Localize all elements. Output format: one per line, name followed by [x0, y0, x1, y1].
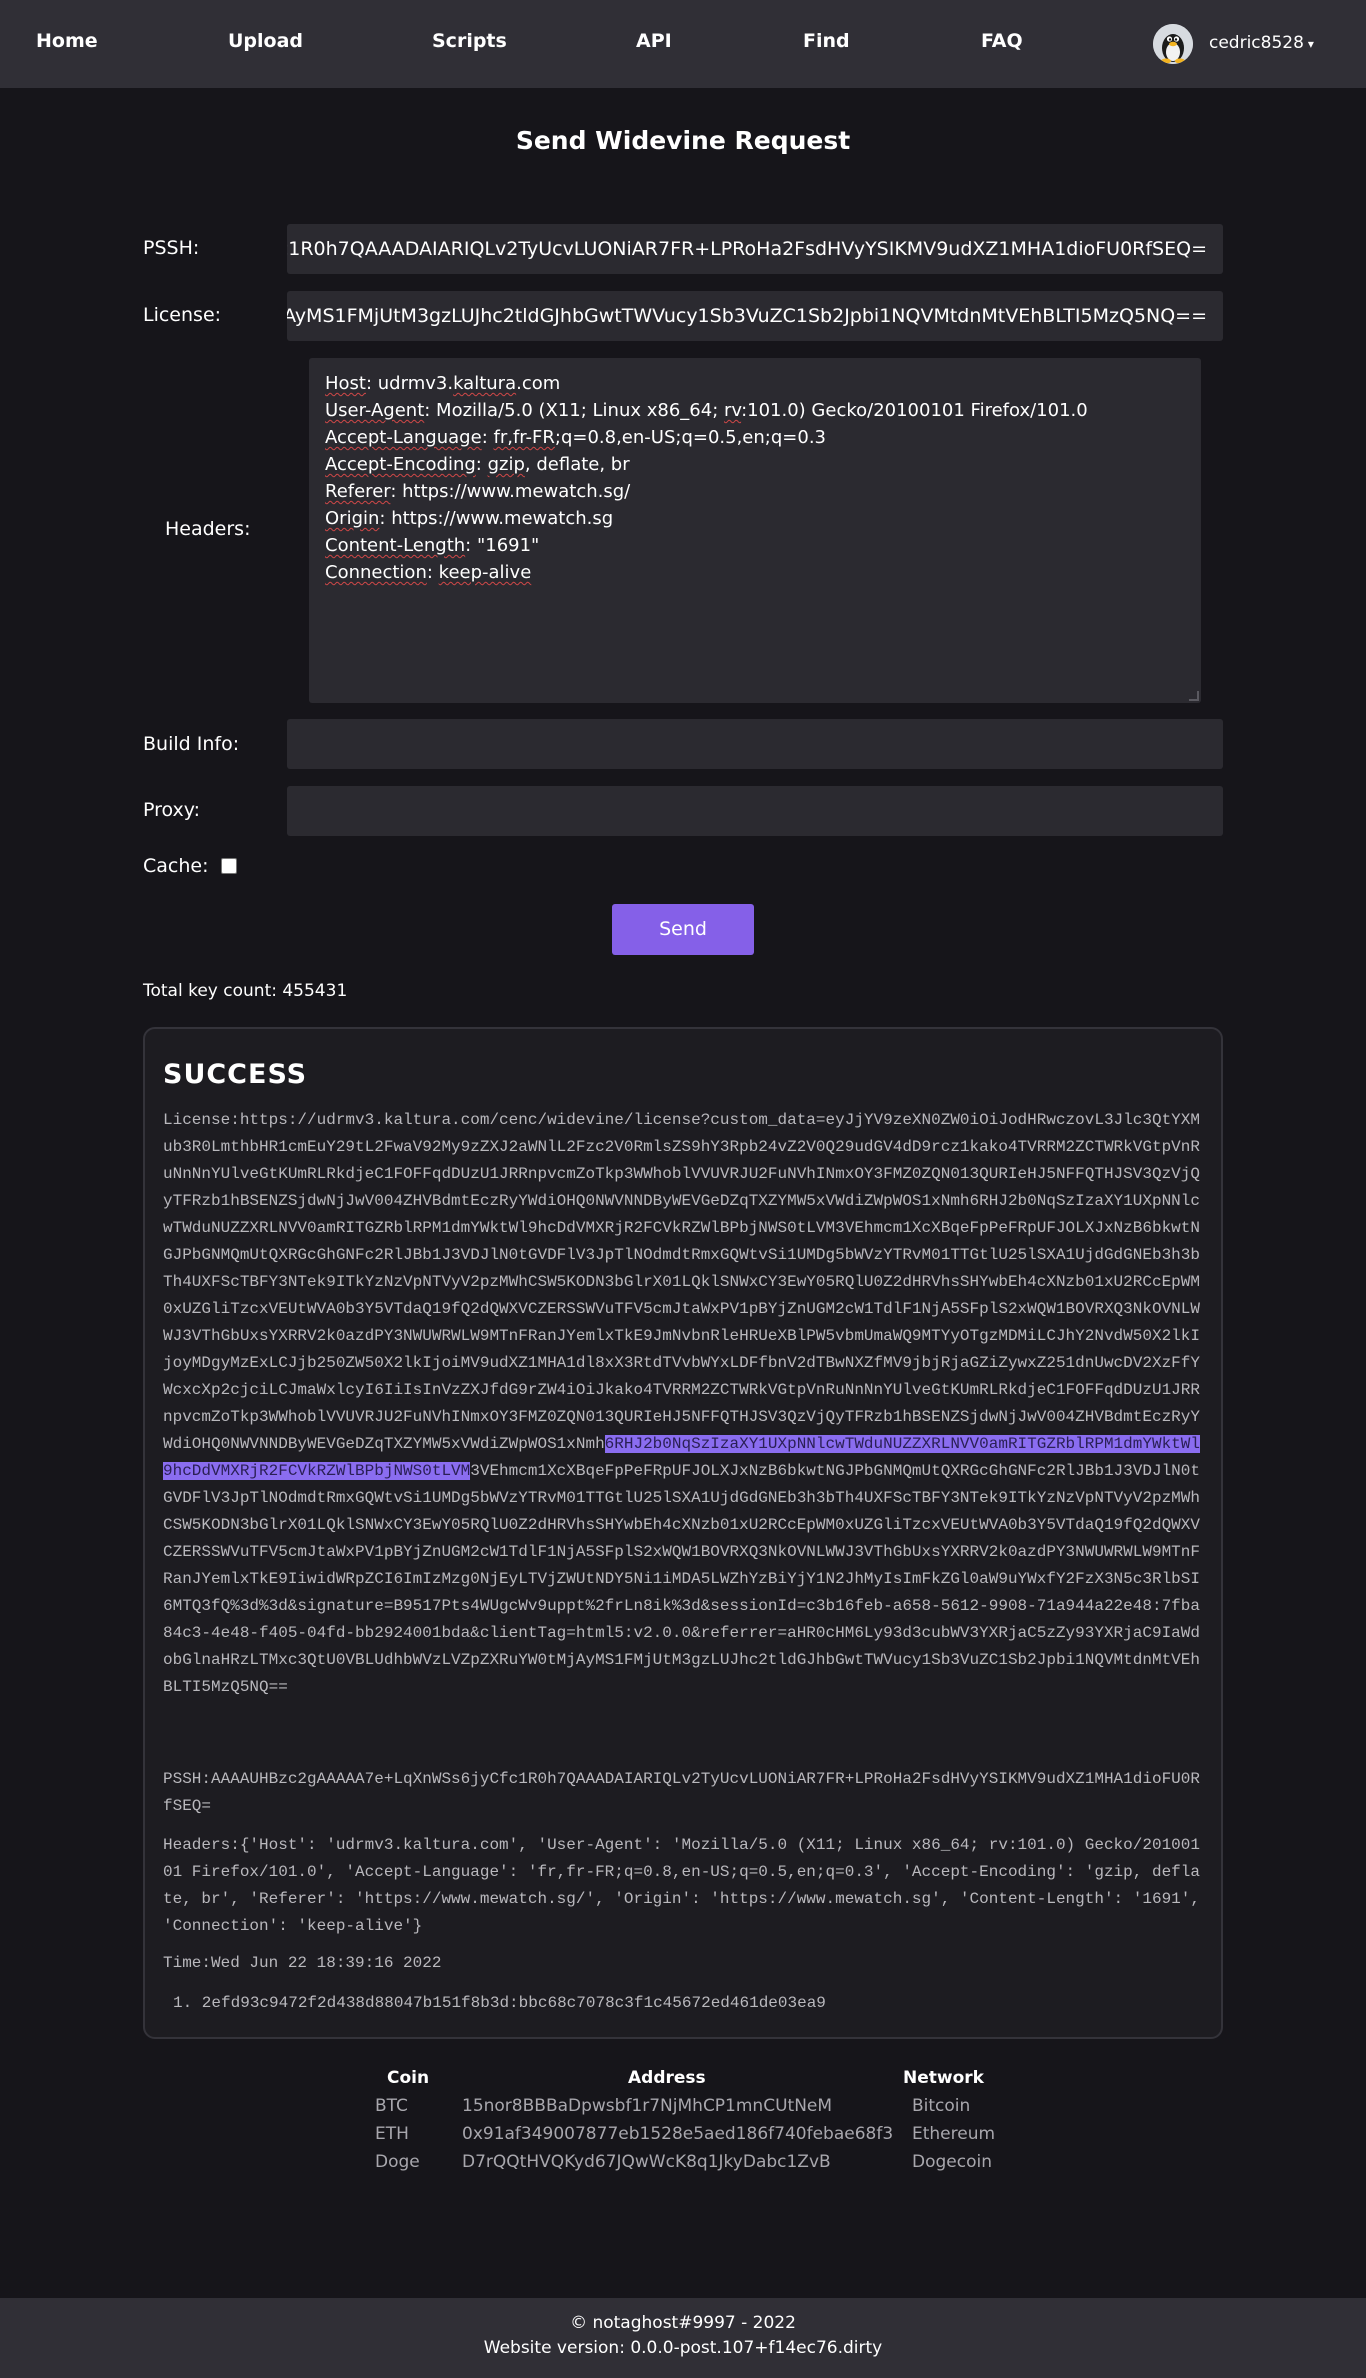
cache-label: Cache: — [143, 855, 209, 877]
proxy-label: Proxy: — [143, 799, 201, 821]
headers-textarea[interactable]: Host: udrmv3.kaltura.com User-Agent: Mozi… — [309, 358, 1201, 703]
tux-avatar-icon — [1153, 24, 1193, 64]
nav-api[interactable]: API — [636, 30, 672, 52]
send-button[interactable]: Send — [612, 904, 754, 955]
header-value-flagged: fr,fr-FR — [493, 427, 555, 448]
result-panel: SUCCESS License:https://udrmv3.kaltura.c… — [143, 1027, 1223, 2039]
address-cell: D7rQQtHVQKyd67JQwWcK8q1JkyDabc1ZvB — [462, 2152, 831, 2172]
header-value: : https://www.mewatch.sg/ — [390, 481, 631, 502]
nav-upload[interactable]: Upload — [228, 30, 303, 52]
header-key: Accept-Encoding — [325, 454, 476, 475]
result-license: License:https://udrmv3.kaltura.com/cenc/… — [163, 1107, 1205, 1701]
header-line: Content-Length: "1691" — [325, 532, 1185, 559]
result-key-item: 1. 2efd93c9472f2d438d88047b151f8b3d:bbc6… — [173, 1994, 826, 2012]
header-value-flagged: gzip — [487, 454, 525, 475]
header-value: : udrmv3. — [365, 373, 454, 394]
header-value: : — [481, 427, 494, 448]
chevron-down-icon: ▾ — [1307, 37, 1314, 51]
header-key: Origin — [325, 508, 380, 529]
address-cell: 0x91af349007877eb1528e5aed186f740febae68… — [462, 2124, 894, 2144]
footer-version: Website version: 0.0.0-post.107+f14ec76.… — [483, 2338, 883, 2358]
header-key: Referer — [325, 481, 391, 502]
header-line: Accept-Language: fr,fr-FR;q=0.8,en-US;q=… — [325, 424, 1185, 451]
user-menu[interactable]: cedric8528 ▾ — [1209, 33, 1314, 53]
header-value-flagged: rv — [724, 400, 742, 421]
result-license-text: License:https://udrmv3.kaltura.com/cenc/… — [163, 1111, 1200, 1453]
result-headers: Headers:{'Host': 'udrmv3.kaltura.com', '… — [163, 1836, 1200, 1935]
header-value: : Mozilla/5.0 (X11; Linux x86_64; — [424, 400, 724, 421]
header-value-flagged: kaltura — [453, 373, 517, 394]
header-key: User-Agent — [325, 400, 425, 421]
footer: © notaghost#9997 - 2022 Website version:… — [0, 2298, 1366, 2378]
network-cell: Ethereum — [912, 2124, 996, 2144]
header-key: Connection — [325, 562, 427, 583]
pssh-input[interactable]: AAAAUHBzc2gAAAAA7e+LqXnWSs6jyCfc1R0h7QAA… — [287, 224, 1223, 274]
coin-cell: ETH — [375, 2124, 409, 2144]
network-cell: Dogecoin — [912, 2152, 992, 2172]
header-value-rest: .com — [516, 373, 561, 394]
header-line: Host: udrmv3.kaltura.com — [325, 370, 1185, 397]
header-line: User-Agent: Mozilla/5.0 (X11; Linux x86_… — [325, 397, 1185, 424]
header-value: : "1691" — [465, 535, 540, 556]
header-line: Origin: https://www.mewatch.sg — [325, 505, 1185, 532]
header-line: Accept-Encoding: gzip, deflate, br — [325, 451, 1185, 478]
address-cell: 15nor8BBBaDpwsbf1r7NjMhCP1mnCUtNeM — [462, 2096, 833, 2116]
footer-copyright: © notaghost#9997 - 2022 — [570, 2313, 796, 2333]
header-line: Connection: keep-alive — [325, 559, 1185, 586]
total-key-count: Total key count: 455431 — [143, 981, 348, 1001]
license-label: License: — [143, 304, 222, 326]
nav-scripts[interactable]: Scripts — [432, 30, 507, 52]
result-time: Time:Wed Jun 22 18:39:16 2022 — [163, 1954, 442, 1972]
cache-checkbox[interactable] — [221, 858, 237, 874]
username: cedric8528 — [1209, 33, 1304, 53]
coin-header: Coin — [387, 2068, 430, 2088]
build-info-input[interactable] — [287, 719, 1223, 769]
headers-label: Headers: — [165, 518, 251, 540]
page-title: Send Widevine Request — [515, 126, 851, 155]
header-key: Accept-Language — [325, 427, 482, 448]
header-value-rest: ;q=0.8,en-US;q=0.5,en;q=0.3 — [554, 427, 826, 448]
avatar[interactable] — [1153, 24, 1193, 64]
pssh-label: PSSH: — [143, 237, 200, 259]
pssh-input-value: AAAAUHBzc2gAAAAA7e+LqXnWSs6jyCfc1R0h7QAA… — [287, 238, 1207, 260]
header-value-rest: , deflate, br — [524, 454, 630, 475]
proxy-input[interactable] — [287, 786, 1223, 836]
result-license-text-rest: 3VEhmcm1XcXBqeFpPeFRpUFJOLXJxNzB6bkwtNGJ… — [163, 1462, 1200, 1696]
header-key: Content-Length — [325, 535, 466, 556]
top-navbar: Home Upload Scripts API Find FAQ cedric8… — [0, 0, 1366, 88]
nav-find[interactable]: Find — [803, 30, 850, 52]
header-value: : https://www.mewatch.sg — [379, 508, 614, 529]
license-input[interactable]: https://udrmv3.kaltura.com/cenc/widevine… — [287, 291, 1223, 341]
header-value: : — [426, 562, 439, 583]
result-status: SUCCESS — [163, 1059, 308, 1090]
coin-cell: BTC — [375, 2096, 408, 2116]
address-header: Address — [628, 2068, 706, 2088]
header-value: : — [475, 454, 488, 475]
header-line: Referer: https://www.mewatch.sg/ — [325, 478, 1185, 505]
result-key-list: 1. 2efd93c9472f2d438d88047b151f8b3d:bbc6… — [163, 1990, 1205, 2017]
license-input-value: https://udrmv3.kaltura.com/cenc/widevine… — [287, 305, 1207, 327]
header-key: Host — [325, 373, 366, 394]
nav-home[interactable]: Home — [36, 30, 98, 52]
result-pssh: PSSH:AAAAUHBzc2gAAAAA7e+LqXnWSs6jyCfc1R0… — [163, 1770, 1200, 1815]
build-info-label: Build Info: — [143, 733, 240, 755]
network-header: Network — [903, 2068, 984, 2088]
header-value-flagged: keep-alive — [438, 562, 532, 583]
coin-cell: Doge — [375, 2152, 420, 2172]
resize-handle-icon[interactable] — [1189, 691, 1199, 701]
header-value-rest: :101.0) Gecko/20100101 Firefox/101.0 — [741, 400, 1088, 421]
nav-faq[interactable]: FAQ — [981, 30, 1023, 52]
network-cell: Bitcoin — [912, 2096, 971, 2116]
